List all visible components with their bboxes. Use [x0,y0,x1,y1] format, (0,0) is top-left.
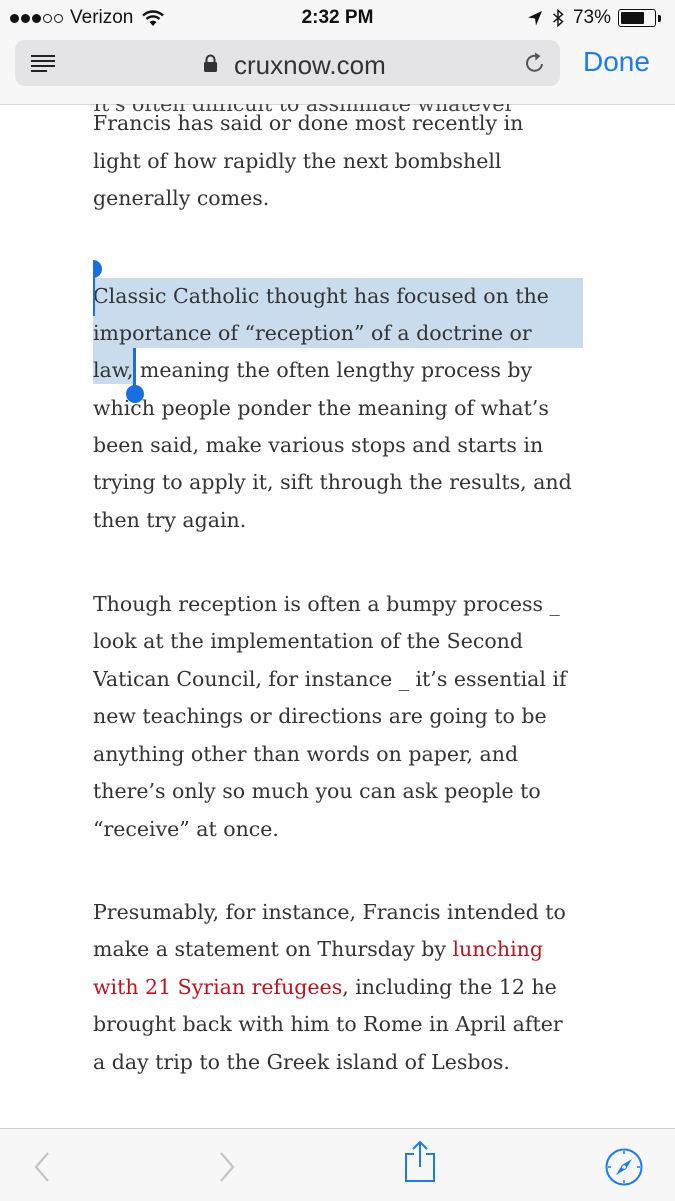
paragraph-line: light of how rapidly the next bombshell [93,149,502,173]
url-field[interactable]: cruxnow.com [15,40,560,86]
paragraph-line: “receive” at once. [93,817,279,841]
status-bar: Verizon 2:32 PM 73% [0,0,675,36]
paragraph-line: Classic Catholic thought has focused on … [93,284,549,308]
article-body: It's often difficult to assimilate whate… [93,104,613,1128]
url-text: cruxnow.com [234,50,386,80]
paragraph-line: with 21 Syrian refugees, including the 1… [93,973,557,1001]
battery-icon [618,9,656,27]
paragraph-line: there’s only so much you can ask people … [93,779,541,803]
paragraph-text: make a statement on Thursday by [93,937,453,961]
selection-start-caret [93,276,95,316]
done-button[interactable]: Done [583,46,650,78]
paragraph-line: brought back with him to Rome in April a… [93,1012,563,1036]
selection-end-caret [133,348,136,386]
lock-icon [204,54,217,72]
paragraph-line: then try again. [93,508,247,532]
back-icon[interactable] [33,1151,51,1183]
bluetooth-icon [553,9,564,27]
paragraph-line: trying to apply it, sift through the res… [93,470,572,494]
bottom-toolbar [0,1128,675,1201]
paragraph-line: importance of “reception” of a doctrine … [93,321,532,345]
status-right: 73% [527,7,661,29]
battery-fill [621,12,645,24]
paragraph-line: Presumably, for instance, Francis intend… [93,900,566,924]
reader-menu-icon[interactable] [31,54,55,72]
paragraph-line: anything other than words on paper, and [93,742,519,766]
paragraph-line: look at the implementation of the Second [93,629,523,653]
paragraph-line: which people ponder the meaning of what’… [93,396,549,420]
battery-percent: 73% [572,7,611,28]
paragraph-line: law, meaning the often lengthy process b… [93,358,533,382]
battery-tip [658,14,661,22]
paragraph-line: generally comes. [93,186,270,210]
forward-icon[interactable] [218,1151,236,1183]
paragraph-line: Though reception is often a bumpy proces… [93,592,560,616]
selection-end-handle[interactable] [126,385,144,403]
paragraph-line: Francis has said or done most recently i… [93,111,524,135]
reload-icon[interactable] [523,51,547,75]
paragraph-line: make a statement on Thursday by lunching [93,935,543,963]
article-link[interactable]: with 21 Syrian refugees [93,975,342,999]
paragraph-line: new teachings or directions are going to… [93,704,547,728]
paragraph-line: a day trip to the Greek island of Lesbos… [93,1050,510,1074]
paragraph-line: Vatican Council, for instance _ it’s ess… [93,667,567,691]
location-arrow-icon [527,11,542,26]
address-bar: cruxnow.com Done [0,36,675,105]
share-icon[interactable] [402,1139,438,1183]
paragraph-text: , including the 12 he [342,975,557,999]
paragraph-line: been said, make various stops and starts… [93,433,544,457]
article-link[interactable]: lunching [452,937,543,961]
bookmarks-icon[interactable] [604,1147,644,1187]
